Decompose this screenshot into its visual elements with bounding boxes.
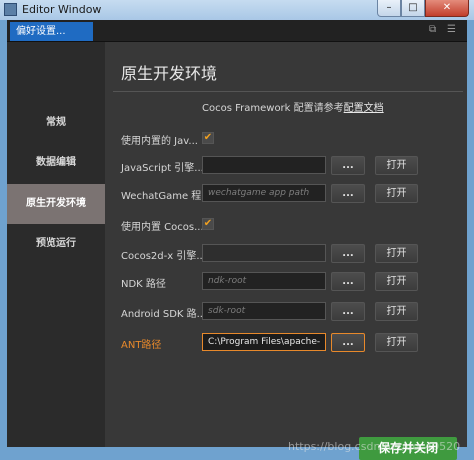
android-sdk-path-field[interactable] — [202, 302, 326, 320]
window-title: Editor Window — [22, 3, 102, 16]
tab-bar: 偏好设置... ⧉ ☰ — [7, 20, 467, 42]
app-icon — [4, 3, 17, 16]
minimize-button[interactable]: – — [377, 0, 401, 17]
tab-preferences[interactable]: 偏好设置... — [10, 22, 93, 41]
cocos2dx-path-field[interactable] — [202, 244, 326, 262]
sidebar: 常规 数据编辑 原生开发环境 预览运行 — [7, 42, 105, 447]
ndk-path-label: NDK 路径 — [121, 279, 166, 290]
js-engine-path-field[interactable] — [202, 156, 326, 174]
sidebar-item-data-editing[interactable]: 数据编辑 — [7, 143, 105, 183]
android-sdk-open-button[interactable]: 打开 — [375, 302, 418, 321]
wechatgame-browse-button[interactable]: ... — [331, 184, 365, 203]
js-engine-path-label: JavaScript 引擎... — [121, 163, 204, 174]
ndk-browse-button[interactable]: ... — [331, 272, 365, 291]
wechatgame-open-button[interactable]: 打开 — [375, 184, 418, 203]
ant-path-field[interactable] — [202, 333, 326, 351]
wechatgame-path-field[interactable] — [202, 184, 326, 202]
cocos2dx-open-button[interactable]: 打开 — [375, 244, 418, 263]
framework-note: Cocos Framework 配置请参考配置文档 — [202, 99, 384, 114]
framework-note-text: Cocos Framework 配置请参考 — [202, 103, 344, 114]
maximize-button[interactable]: □ — [401, 0, 425, 17]
android-sdk-path-label: Android SDK 路... — [121, 309, 207, 320]
ndk-path-field[interactable] — [202, 272, 326, 290]
ant-path-label: ANT路径 — [121, 340, 162, 351]
sidebar-item-general[interactable]: 常规 — [7, 103, 105, 143]
ant-open-button[interactable]: 打开 — [375, 333, 418, 352]
sidebar-item-native-env[interactable]: 原生开发环境 — [7, 184, 105, 224]
cocos2dx-browse-button[interactable]: ... — [331, 244, 365, 263]
ant-browse-button[interactable]: ... — [331, 333, 365, 352]
ndk-open-button[interactable]: 打开 — [375, 272, 418, 291]
wechatgame-path-label: WechatGame 程... — [121, 191, 211, 202]
settings-panel: 原生开发环境 Cocos Framework 配置请参考配置文档 使用内置的 J… — [105, 42, 467, 460]
menu-icon[interactable]: ☰ — [447, 24, 456, 35]
builtin-cocos-checkbox[interactable]: ✔ — [202, 218, 214, 230]
builtin-js-engine-label: 使用内置的 Jav... — [121, 136, 198, 147]
builtin-cocos-label: 使用内置 Cocos... — [121, 222, 204, 233]
sidebar-item-preview[interactable]: 预览运行 — [7, 224, 105, 264]
divider — [113, 91, 463, 92]
builtin-js-engine-checkbox[interactable]: ✔ — [202, 132, 214, 144]
config-doc-link[interactable]: 配置文档 — [344, 103, 384, 114]
cocos2dx-path-label: Cocos2d-x 引擎... — [121, 251, 206, 262]
js-engine-open-button[interactable]: 打开 — [375, 156, 418, 175]
popout-icon[interactable]: ⧉ — [429, 24, 436, 35]
window-titlebar: Editor Window – □ ✕ — [0, 0, 474, 20]
editor-window: 偏好设置... ⧉ ☰ 常规 数据编辑 原生开发环境 预览运行 原生开发环境 C… — [7, 20, 467, 460]
js-engine-browse-button[interactable]: ... — [331, 156, 365, 175]
android-sdk-browse-button[interactable]: ... — [331, 302, 365, 321]
page-title: 原生开发环境 — [121, 64, 218, 83]
close-button[interactable]: ✕ — [425, 0, 469, 17]
